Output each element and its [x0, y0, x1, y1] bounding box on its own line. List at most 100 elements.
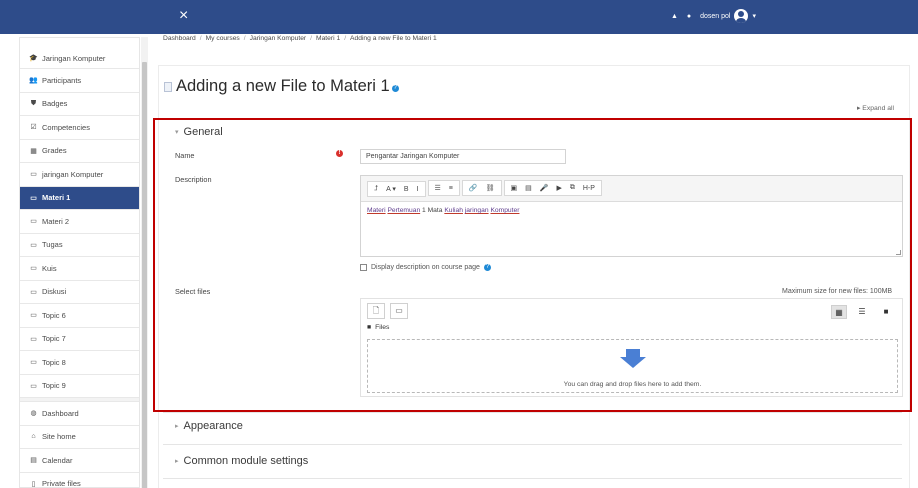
- editor-toolbar: ⮥ A ▾ B I ☰ ≡ 🔗 ⛓ ▣ ▤ 🎤 ▶ ⧉ H-P: [361, 176, 902, 202]
- sidebar-item-materi-2[interactable]: ▭ Materi 2: [20, 210, 139, 234]
- help-icon[interactable]: ?: [391, 85, 399, 92]
- sidebar-item-label: Topic 6: [42, 310, 66, 320]
- sidebar-item-topic-9[interactable]: ▭ Topic 9: [20, 375, 139, 398]
- toolbar-button[interactable]: B: [404, 186, 409, 193]
- description-editor[interactable]: ⮥ A ▾ B I ☰ ≡ 🔗 ⛓ ▣ ▤ 🎤 ▶ ⧉ H-P Materi Pertemuan 1 Ma…: [360, 175, 903, 257]
- user-avatar[interactable]: [734, 9, 749, 23]
- toolbar-button[interactable]: 🎤: [540, 184, 549, 192]
- file-picker: 🗋 ▭ ▦ ☰ ■ ■ Files You can drag and drop …: [360, 298, 903, 397]
- sidebar-item-jaringan-komputer[interactable]: ▭ jaringan Komputer: [20, 163, 139, 187]
- breadcrumb-item[interactable]: My courses: [206, 35, 240, 42]
- toolbar-button[interactable]: ▤: [525, 184, 532, 192]
- sidebar-item-site-home[interactable]: ⌂ Site home: [20, 426, 139, 449]
- common-module-settings-header[interactable]: ▸ Common module settings: [175, 455, 308, 467]
- view-list-icon[interactable]: ☰: [854, 305, 870, 319]
- sidebar-item-label: Site home: [42, 432, 76, 442]
- section-divider: [163, 412, 902, 413]
- sidebar-item-diskusi[interactable]: ▭ Diskusi: [20, 281, 139, 304]
- sidebar-item-label: Materi 2: [42, 216, 70, 226]
- sidebar-item-calendar[interactable]: ▤ Calendar: [20, 449, 139, 473]
- messages-chat-icon[interactable]: ●: [687, 13, 691, 20]
- close-drawer-icon[interactable]: ×: [179, 8, 188, 24]
- files-path[interactable]: ■ Files: [367, 324, 389, 331]
- toolbar-button[interactable]: ⧉: [570, 184, 575, 192]
- dropzone-text: You can drag and drop files here to add …: [563, 381, 702, 388]
- sidebar-item-private-files[interactable]: ▯ Private files: [20, 473, 139, 488]
- toolbar-button[interactable]: I: [417, 186, 419, 193]
- toolbar-group: ⮥ A ▾ B I: [367, 181, 426, 197]
- sidebar-item-icon: ▭: [30, 312, 37, 320]
- sidebar-item-icon: ▭: [30, 241, 37, 249]
- sidebar-item-icon: 🎓: [29, 55, 38, 62]
- select-files-label: Select files: [175, 287, 211, 296]
- sidebar-item-dashboard[interactable]: ◍ Dashboard: [20, 402, 139, 426]
- toolbar-button[interactable]: A ▾: [386, 185, 396, 193]
- expand-all-link[interactable]: ▸ Expand all: [857, 104, 894, 112]
- user-menu[interactable]: dosen pol ▾: [700, 9, 756, 23]
- toolbar-button[interactable]: ≡: [449, 185, 453, 192]
- sidebar-item-topic-6[interactable]: ▭ Topic 6: [20, 304, 139, 328]
- general-heading: General: [183, 126, 223, 138]
- sidebar-item-jaringan-komputer[interactable]: 🎓 Jaringan Komputer: [20, 38, 139, 69]
- editor-resize-handle[interactable]: [896, 250, 901, 255]
- user-menu-caret-icon[interactable]: ▾: [752, 12, 756, 20]
- file-dropzone[interactable]: You can drag and drop files here to add …: [367, 339, 898, 393]
- breadcrumb-item[interactable]: Dashboard: [163, 35, 196, 42]
- scrollbar-thumb[interactable]: [142, 62, 147, 488]
- sidebar-item-label: Topic 8: [42, 357, 66, 367]
- view-icons-icon[interactable]: ▦: [831, 305, 847, 319]
- sidebar-item-label: Topic 7: [42, 334, 66, 344]
- toolbar-button[interactable]: ⛓: [486, 184, 495, 192]
- sidebar-item-icon: ▭: [30, 288, 37, 296]
- sidebar-item-kuis[interactable]: ▭ Kuis: [20, 257, 139, 281]
- name-input[interactable]: Pengantar Jaringan Komputer: [360, 149, 566, 164]
- toolbar-button[interactable]: ▣: [511, 184, 518, 192]
- sidebar-item-badges[interactable]: ⛊ Badges: [20, 93, 139, 116]
- create-folder-icon[interactable]: ▭: [390, 303, 408, 319]
- view-tree-folder-icon[interactable]: ■: [878, 305, 894, 319]
- toolbar-button[interactable]: ▶: [556, 184, 561, 192]
- sidebar-item-label: jaringan Komputer: [42, 169, 104, 179]
- toolbar-button[interactable]: 🔗: [469, 184, 478, 192]
- sidebar-item-grades[interactable]: ▦ Grades: [20, 140, 139, 163]
- toolbar-button[interactable]: H-P: [583, 185, 595, 192]
- breadcrumb-separator: /: [310, 35, 313, 42]
- sidebar-item-topic-7[interactable]: ▭ Topic 7: [20, 328, 139, 351]
- breadcrumb-item[interactable]: Jaringan Komputer: [250, 35, 307, 42]
- sidebar-item-label: Topic 9: [42, 381, 66, 391]
- appearance-section-header[interactable]: ▸ Appearance: [175, 420, 243, 432]
- sidebar-item-materi-1[interactable]: ▭ Materi 1: [20, 186, 139, 210]
- toolbar-button[interactable]: ⮥: [374, 185, 378, 193]
- sidebar-item-label: Diskusi: [42, 287, 67, 297]
- sidebar-item-label: Materi 1: [42, 193, 71, 203]
- display-description-checkbox[interactable]: [360, 264, 367, 271]
- sidebar-item-icon: ▭: [30, 171, 37, 179]
- description-label: Description: [175, 175, 212, 184]
- help-icon[interactable]: ?: [483, 264, 491, 271]
- editor-content[interactable]: Materi Pertemuan 1 Mata Kuliah jaringan …: [361, 202, 902, 219]
- sidebar-item-topic-8[interactable]: ▭ Topic 8: [20, 351, 139, 375]
- display-description-row: Display description on course page ?: [360, 264, 491, 271]
- page-title-text: Adding a new File to Materi 1: [176, 77, 390, 95]
- sidebar-item-label: Grades: [42, 146, 67, 156]
- sidebar-item-icon: ◍: [30, 410, 37, 418]
- breadcrumb-item: Adding a new File to Materi 1: [350, 35, 437, 42]
- sidebar-scrollbar[interactable]: [141, 37, 148, 488]
- sidebar-item-label: Tugas: [42, 240, 63, 250]
- sidebar-item-participants[interactable]: 👥 Participants: [20, 69, 139, 93]
- sidebar-item-icon: ▭: [30, 194, 37, 202]
- add-file-icon[interactable]: 🗋: [367, 303, 385, 319]
- toolbar-group: ☰ ≡: [427, 180, 460, 196]
- sidebar-item-label: Jaringan Komputer: [42, 53, 106, 63]
- breadcrumb-item[interactable]: Materi 1: [316, 35, 340, 42]
- expand-chevron-icon: ▸: [175, 423, 179, 430]
- sidebar-item-competencies[interactable]: ☑ Competencies: [20, 116, 139, 140]
- general-section-header[interactable]: ▾ General: [175, 126, 223, 138]
- description-word: Pertemuan: [387, 207, 421, 214]
- section-divider: [163, 444, 902, 445]
- sidebar-item-tugas[interactable]: ▭ Tugas: [20, 234, 139, 257]
- sidebar-item-icon: ▦: [30, 147, 37, 155]
- sidebar-item-icon: ▭: [30, 382, 37, 390]
- notifications-bell-icon[interactable]: ▲: [671, 13, 678, 20]
- toolbar-button[interactable]: ☰: [435, 184, 441, 192]
